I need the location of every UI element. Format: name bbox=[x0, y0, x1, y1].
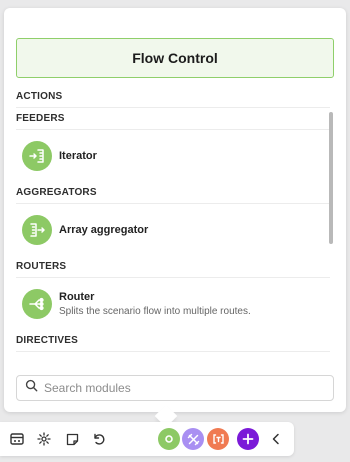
section-feeders: FEEDERS bbox=[16, 108, 330, 130]
section-actions: ACTIONS bbox=[16, 86, 330, 108]
search-box[interactable] bbox=[16, 375, 334, 401]
settings-icon[interactable] bbox=[34, 429, 54, 449]
add-icon[interactable] bbox=[237, 428, 259, 450]
collapse-icon[interactable] bbox=[266, 429, 286, 449]
flow-control-icon[interactable] bbox=[158, 428, 180, 450]
undo-icon[interactable] bbox=[89, 429, 109, 449]
search-input[interactable] bbox=[44, 381, 304, 395]
iterator-icon bbox=[22, 141, 52, 171]
router-icon bbox=[22, 289, 52, 319]
tools-icon[interactable] bbox=[182, 428, 204, 450]
text-parser-icon[interactable] bbox=[207, 428, 229, 450]
scrollbar-thumb[interactable] bbox=[329, 112, 333, 244]
scheduling-icon[interactable] bbox=[7, 429, 27, 449]
module-item-array-aggregator[interactable]: Array aggregator bbox=[16, 204, 330, 256]
module-item-iterator[interactable]: Iterator bbox=[16, 130, 330, 182]
section-aggregators: AGGREGATORS bbox=[16, 182, 330, 204]
module-title: Array aggregator bbox=[59, 224, 149, 236]
section-routers: ROUTERS bbox=[16, 256, 330, 278]
array-aggregator-icon bbox=[22, 215, 52, 245]
category-title: Flow Control bbox=[16, 38, 334, 78]
module-title: Iterator bbox=[59, 150, 97, 162]
module-description: Splits the scenario flow into multiple r… bbox=[59, 306, 251, 317]
module-title: Router bbox=[59, 291, 95, 303]
section-directives: DIRECTIVES bbox=[16, 330, 330, 352]
bottom-toolbar bbox=[0, 422, 294, 456]
notes-icon[interactable] bbox=[62, 429, 82, 449]
module-item-router[interactable]: Router Splits the scenario flow into mul… bbox=[16, 278, 330, 330]
module-list[interactable]: ACTIONS FEEDERS Iterator AGGREGATORS Arr… bbox=[16, 86, 330, 366]
search-icon bbox=[25, 379, 38, 397]
